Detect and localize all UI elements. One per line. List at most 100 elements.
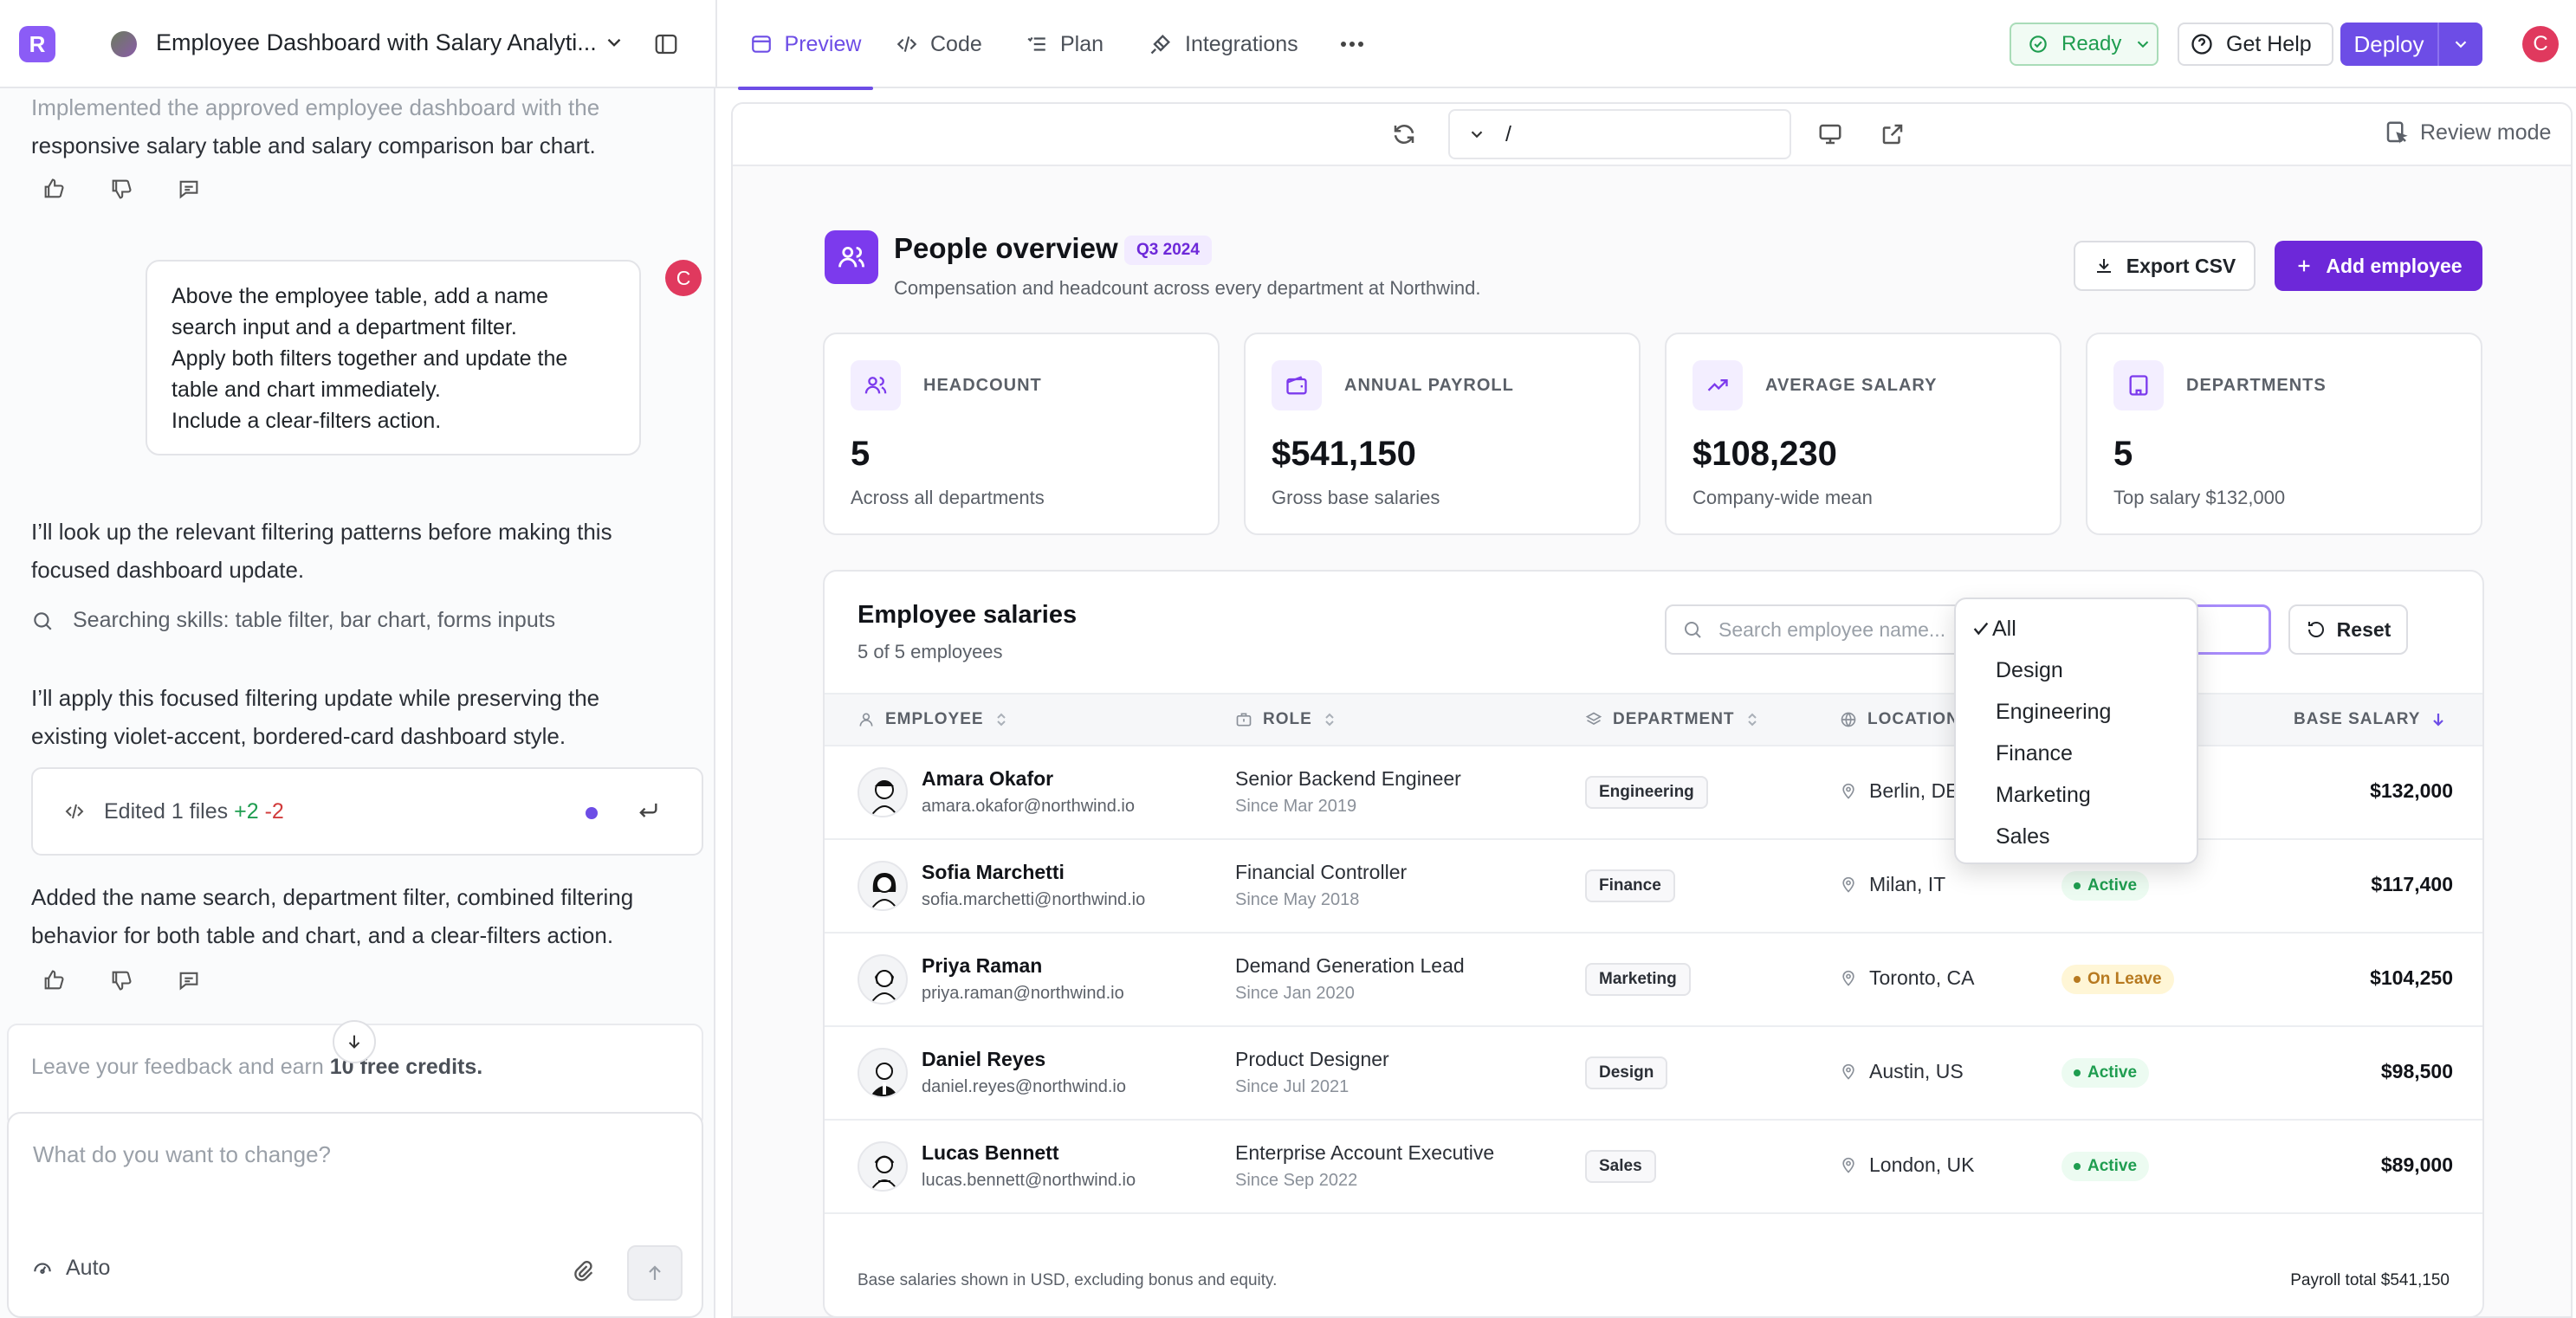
column-label: BASE SALARY <box>2294 710 2421 728</box>
status-badge: Active <box>2061 871 2150 901</box>
option-label: Marketing <box>1996 782 2091 807</box>
table-footer-total: Payroll total $541,150 <box>2290 1271 2450 1289</box>
search-icon <box>34 611 52 630</box>
column-department[interactable]: DEPARTMENT <box>1585 710 1759 729</box>
dropdown-option-engineering[interactable]: Engineering <box>1956 691 2197 733</box>
mode-selector[interactable]: Auto <box>31 1256 110 1281</box>
dropdown-option-marketing[interactable]: Marketing <box>1956 774 2197 816</box>
edited-files-card[interactable]: Edited 1 files +2 -2 <box>31 767 703 856</box>
column-employee[interactable]: EMPLOYEE <box>858 710 1008 729</box>
dropdown-option-sales[interactable]: Sales <box>1956 816 2197 857</box>
people-icon <box>825 230 878 284</box>
user-icon <box>859 713 873 727</box>
table-row[interactable]: Lucas Bennett lucas.bennett@northwind.io… <box>825 1121 2482 1214</box>
location-text: Berlin, DE <box>1869 779 1959 802</box>
ready-status-button[interactable]: Ready <box>2010 23 2159 66</box>
composer-placeholder[interactable]: What do you want to change? <box>33 1141 331 1168</box>
option-label: Finance <box>1996 740 2073 766</box>
kpi-label: DEPARTMENTS <box>2186 376 2327 395</box>
column-label: EMPLOYEE <box>885 710 984 728</box>
thumbs-up-icon[interactable] <box>42 968 66 992</box>
project-title[interactable]: Employee Dashboard with Salary Analyti..… <box>156 29 597 56</box>
employee-location: Berlin, DE <box>1840 779 1959 803</box>
column-label: ROLE <box>1263 710 1312 728</box>
table-row[interactable]: Daniel Reyes daniel.reyes@northwind.io P… <box>825 1027 2482 1121</box>
lines-added: +2 <box>234 798 259 824</box>
revert-icon[interactable] <box>636 798 660 823</box>
attach-icon[interactable] <box>572 1259 596 1283</box>
trending-up-icon <box>1693 360 1743 410</box>
help-label: Get Help <box>2226 31 2312 56</box>
kpi-label: AVERAGE SALARY <box>1765 376 1938 395</box>
kpi-subtext: Across all departments <box>851 487 1045 508</box>
get-help-button[interactable]: Get Help <box>2178 23 2333 66</box>
sort-icon <box>996 713 1006 727</box>
app-logo[interactable]: R <box>19 26 55 62</box>
assistant-message: Added the name search, department filter… <box>31 878 672 954</box>
column-base-salary[interactable]: BASE SALARY <box>2294 710 2446 729</box>
avatar <box>858 1048 908 1098</box>
users-icon <box>851 360 901 410</box>
deploy-button[interactable]: Deploy <box>2340 23 2482 66</box>
employee-role: Senior Backend Engineer <box>1235 767 1461 790</box>
unread-dot <box>586 807 598 819</box>
message-line: behavior for both table and chart, and a… <box>31 922 614 948</box>
reset-filters-button[interactable]: Reset <box>2288 604 2408 655</box>
dropdown-option-finance[interactable]: Finance <box>1956 733 2197 774</box>
comment-icon[interactable] <box>177 968 201 992</box>
table-row[interactable]: Sofia Marchetti sofia.marchetti@northwin… <box>825 840 2482 934</box>
reset-icon <box>2307 621 2324 637</box>
scroll-to-bottom-button[interactable] <box>333 1020 376 1063</box>
employee-since: Since Sep 2022 <box>1235 1171 1358 1190</box>
user-message-avatar: C <box>665 260 702 296</box>
user-avatar[interactable]: C <box>2522 26 2559 62</box>
table-row[interactable]: Amara Okafor amara.okafor@northwind.io S… <box>825 746 2482 840</box>
review-icon <box>2386 121 2408 144</box>
thumbs-up-icon[interactable] <box>42 177 66 201</box>
chevron-down-icon[interactable] <box>603 31 625 54</box>
review-mode-button[interactable]: Review mode <box>2384 120 2551 145</box>
open-external-icon[interactable] <box>1880 121 1906 147</box>
refresh-icon[interactable] <box>1391 121 1417 147</box>
table-row[interactable]: Priya Raman priya.raman@northwind.io Dem… <box>825 934 2482 1027</box>
comment-icon[interactable] <box>177 177 201 201</box>
sidebar-toggle-icon[interactable] <box>653 31 679 57</box>
employee-name: Sofia Marchetti <box>922 861 1065 883</box>
employee-role: Enterprise Account Executive <box>1235 1141 1495 1164</box>
skill-search-text: Searching skills: table filter, bar char… <box>73 608 556 632</box>
column-role[interactable]: ROLE <box>1235 710 1337 729</box>
dropdown-option-design[interactable]: Design <box>1956 649 2197 691</box>
employee-role: Demand Generation Lead <box>1235 954 1465 977</box>
user-message: Above the employee table, add a name sea… <box>146 260 641 455</box>
map-pin-icon <box>1842 876 1854 893</box>
dropdown-option-all[interactable]: All <box>1956 608 2197 649</box>
status-text: Active <box>2087 1157 2138 1175</box>
deploy-options-chevron-icon[interactable] <box>2437 23 2482 66</box>
send-button[interactable] <box>627 1245 683 1301</box>
table-header: EMPLOYEE ROLE DEPARTMENT LOCATION BASE S… <box>825 693 2482 746</box>
kpi-card-departments: DEPARTMENTS 5 Top salary $132,000 <box>2086 333 2482 535</box>
export-csv-button[interactable]: Export CSV <box>2074 241 2256 291</box>
more-icon[interactable] <box>1339 33 1365 55</box>
kpi-value: $541,150 <box>1272 435 1416 473</box>
message-line: Above the employee table, add a name <box>172 284 549 308</box>
table-count: 5 of 5 employees <box>858 641 1003 662</box>
tab-integrations[interactable]: Integrations <box>1149 0 1298 88</box>
plug-icon <box>1150 35 1170 55</box>
tab-plan[interactable]: Plan <box>1026 0 1104 88</box>
device-preview-icon[interactable] <box>1817 121 1843 147</box>
department-chip: Engineering <box>1585 776 1708 809</box>
thumbs-down-icon[interactable] <box>109 177 133 201</box>
url-bar[interactable]: / <box>1448 109 1791 159</box>
sort-descending-icon <box>2433 714 2444 727</box>
tab-preview[interactable]: Preview <box>738 0 873 90</box>
tab-code[interactable]: Code <box>896 0 982 88</box>
briefcase-icon <box>1236 713 1252 727</box>
kpi-subtext: Top salary $132,000 <box>2113 487 2286 508</box>
kpi-label: ANNUAL PAYROLL <box>1344 376 1514 395</box>
add-employee-button[interactable]: Add employee <box>2275 241 2482 291</box>
auto-mode-icon <box>34 1263 51 1274</box>
avatar <box>858 954 908 1005</box>
thumbs-down-icon[interactable] <box>109 968 133 992</box>
arrow-up-icon <box>649 1265 661 1280</box>
